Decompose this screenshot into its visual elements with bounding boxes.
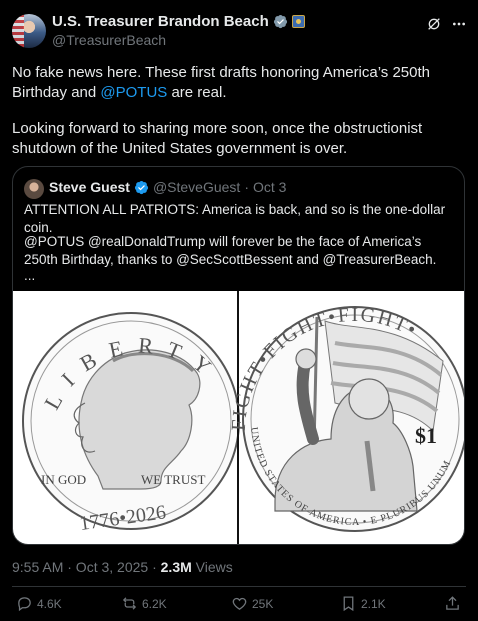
share-button[interactable] [444, 595, 461, 612]
quote-date[interactable]: Oct 3 [253, 179, 286, 195]
quote-text-ellipsis: ... [24, 268, 36, 283]
coin-illustration: LIBERTY IN GOD WE TRUST 1776•2026 FIGHT•… [22, 291, 464, 544]
bookmark-button[interactable]: 2.1K [340, 595, 386, 612]
coin-front: LIBERTY IN GOD WE TRUST 1776•2026 [22, 312, 240, 535]
verified-badge-icon [273, 14, 287, 29]
coin-back: FIGHT•FIGHT•FIGHT• UNITED STATES OF AMER… [228, 304, 464, 532]
mention-link-potus[interactable]: @POTUS [100, 84, 167, 101]
quote-text-2: @POTUS @realDonaldTrump will forever be … [24, 234, 437, 267]
verified-badge-icon [134, 180, 148, 194]
coin-back-denomination: $1 [415, 423, 437, 448]
reply-button[interactable]: 4.6K [16, 595, 62, 612]
coin-design-image[interactable]: LIBERTY IN GOD WE TRUST 1776•2026 FIGHT•… [13, 291, 464, 544]
coin-front-right-text: WE TRUST [141, 472, 205, 487]
grok-icon[interactable] [426, 16, 442, 32]
quote-dot: · [244, 179, 249, 195]
repost-button[interactable]: 6.2K [121, 595, 167, 612]
post-text-paragraph-1: No fake news here. These first drafts ho… [12, 63, 472, 103]
action-bar: 4.6K 6.2K 25K 2.1K [0, 595, 478, 617]
heart-icon [232, 597, 247, 610]
repost-count: 6.2K [142, 596, 167, 611]
tweet: U.S. Treasurer Brandon Beach @TreasurerB… [0, 0, 478, 621]
bookmark-count: 2.1K [361, 596, 386, 611]
quoted-post[interactable]: Steve Guest @SteveGuest · Oct 3 ATTENTIO… [12, 166, 465, 545]
post-text-part: are real. [167, 84, 227, 101]
coin-front-left-text: IN GOD [41, 472, 86, 487]
post-text-paragraph-2: Looking forward to sharing more soon, on… [12, 120, 423, 157]
author-name-row: U.S. Treasurer Brandon Beach [52, 13, 305, 30]
separator [12, 586, 466, 587]
quote-author-name[interactable]: Steve Guest [49, 179, 130, 195]
like-count: 25K [252, 596, 274, 611]
government-badge-icon [291, 15, 305, 28]
bookmark-icon [343, 596, 354, 612]
more-options-icon[interactable] [451, 16, 467, 32]
post-meta: 9:55 AM · Oct 3, 2025 · 2.3M Views [12, 559, 233, 575]
repost-icon [122, 597, 137, 610]
like-button[interactable]: 25K [231, 595, 273, 612]
views-label: Views [191, 559, 233, 575]
quote-header: Steve Guest @SteveGuest · Oct 3 [49, 179, 286, 195]
author-handle[interactable]: @TreasurerBeach [52, 32, 166, 48]
author-name[interactable]: U.S. Treasurer Brandon Beach [52, 13, 269, 30]
share-icon [446, 596, 459, 610]
author-avatar[interactable] [12, 14, 46, 48]
quote-author-handle[interactable]: @SteveGuest [153, 179, 240, 195]
flag-decoration [12, 14, 24, 48]
reply-icon [18, 597, 31, 612]
views-count: 2.3M [160, 559, 192, 575]
post-timestamp[interactable]: 9:55 AM · Oct 3, 2025 · [12, 559, 161, 575]
quote-author-avatar[interactable] [24, 179, 44, 199]
reply-count: 4.6K [37, 596, 62, 611]
quote-text-1: ATTENTION ALL PATRIOTS: America is back,… [24, 202, 446, 235]
